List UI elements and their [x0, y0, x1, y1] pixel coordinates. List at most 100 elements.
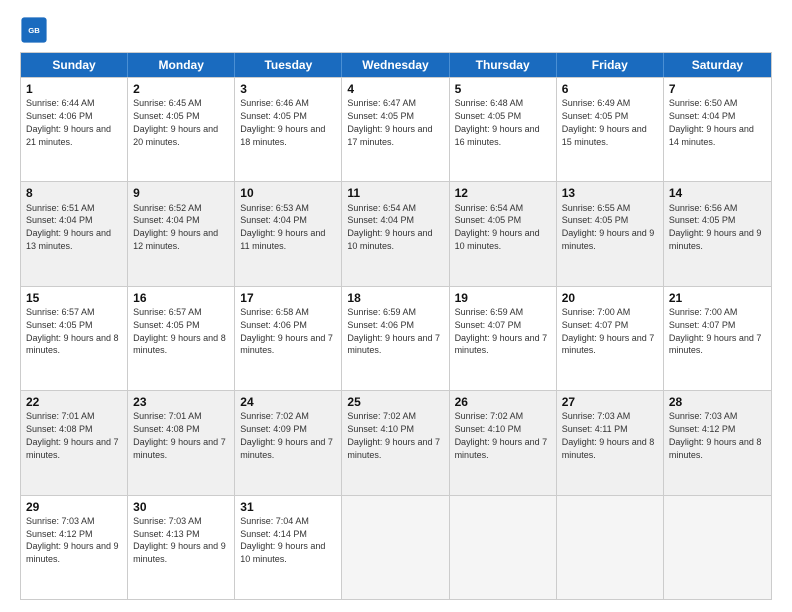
calendar-cell: 5Sunrise: 6:48 AMSunset: 4:05 PMDaylight…: [450, 78, 557, 181]
cell-info: Sunrise: 6:50 AMSunset: 4:04 PMDaylight:…: [669, 98, 754, 146]
logo-icon: GB: [20, 16, 48, 44]
day-number: 10: [240, 185, 336, 201]
calendar-cell: 6Sunrise: 6:49 AMSunset: 4:05 PMDaylight…: [557, 78, 664, 181]
page: GB SundayMondayTuesdayWednesdayThursdayF…: [0, 0, 792, 612]
calendar-cell: 27Sunrise: 7:03 AMSunset: 4:11 PMDayligh…: [557, 391, 664, 494]
calendar-cell: 17Sunrise: 6:58 AMSunset: 4:06 PMDayligh…: [235, 287, 342, 390]
calendar-cell: 7Sunrise: 6:50 AMSunset: 4:04 PMDaylight…: [664, 78, 771, 181]
day-number: 9: [133, 185, 229, 201]
calendar-cell: 22Sunrise: 7:01 AMSunset: 4:08 PMDayligh…: [21, 391, 128, 494]
day-number: 30: [133, 499, 229, 515]
cell-info: Sunrise: 7:04 AMSunset: 4:14 PMDaylight:…: [240, 516, 325, 564]
header-day-wednesday: Wednesday: [342, 53, 449, 77]
day-number: 20: [562, 290, 658, 306]
cell-info: Sunrise: 6:52 AMSunset: 4:04 PMDaylight:…: [133, 203, 218, 251]
header-day-thursday: Thursday: [450, 53, 557, 77]
calendar-cell: [450, 496, 557, 599]
calendar-cell: 20Sunrise: 7:00 AMSunset: 4:07 PMDayligh…: [557, 287, 664, 390]
cell-info: Sunrise: 6:58 AMSunset: 4:06 PMDaylight:…: [240, 307, 333, 355]
cell-info: Sunrise: 7:02 AMSunset: 4:09 PMDaylight:…: [240, 411, 333, 459]
day-number: 14: [669, 185, 766, 201]
calendar-cell: 21Sunrise: 7:00 AMSunset: 4:07 PMDayligh…: [664, 287, 771, 390]
calendar-cell: 1Sunrise: 6:44 AMSunset: 4:06 PMDaylight…: [21, 78, 128, 181]
cell-info: Sunrise: 7:00 AMSunset: 4:07 PMDaylight:…: [562, 307, 655, 355]
cell-info: Sunrise: 6:46 AMSunset: 4:05 PMDaylight:…: [240, 98, 325, 146]
header-day-saturday: Saturday: [664, 53, 771, 77]
calendar-cell: 12 Sunrise: 6:54 AMSunset: 4:05 PMDayligh…: [450, 182, 557, 285]
cell-info: Sunrise: 7:01 AMSunset: 4:08 PMDaylight:…: [133, 411, 226, 459]
cell-info: Sunrise: 6:54 AMSunset: 4:04 PMDaylight:…: [347, 203, 432, 251]
day-number: 7: [669, 81, 766, 97]
header-day-sunday: Sunday: [21, 53, 128, 77]
calendar-cell: 13Sunrise: 6:55 AMSunset: 4:05 PMDayligh…: [557, 182, 664, 285]
calendar-cell: 10 Sunrise: 6:53 AMSunset: 4:04 PMDayligh…: [235, 182, 342, 285]
cell-info: Sunrise: 6:48 AMSunset: 4:05 PMDaylight:…: [455, 98, 540, 146]
cell-info: Sunrise: 7:01 AMSunset: 4:08 PMDaylight:…: [26, 411, 119, 459]
day-number: 2: [133, 81, 229, 97]
day-number: 22: [26, 394, 122, 410]
calendar-cell: 26Sunrise: 7:02 AMSunset: 4:10 PMDayligh…: [450, 391, 557, 494]
calendar-cell: 24Sunrise: 7:02 AMSunset: 4:09 PMDayligh…: [235, 391, 342, 494]
day-number: 26: [455, 394, 551, 410]
cell-info: Sunrise: 7:03 AMSunset: 4:12 PMDaylight:…: [26, 516, 119, 564]
cell-info: Sunrise: 7:03 AMSunset: 4:12 PMDaylight:…: [669, 411, 762, 459]
cell-info: Sunrise: 6:47 AMSunset: 4:05 PMDaylight:…: [347, 98, 432, 146]
calendar-cell: 16Sunrise: 6:57 AMSunset: 4:05 PMDayligh…: [128, 287, 235, 390]
calendar-cell: 3Sunrise: 6:46 AMSunset: 4:05 PMDaylight…: [235, 78, 342, 181]
day-number: 29: [26, 499, 122, 515]
cell-info: Sunrise: 6:54 AMSunset: 4:05 PMDaylight:…: [455, 203, 540, 251]
logo: GB: [20, 16, 50, 44]
calendar-cell: 11 Sunrise: 6:54 AMSunset: 4:04 PMDayligh…: [342, 182, 449, 285]
day-number: 28: [669, 394, 766, 410]
day-number: 25: [347, 394, 443, 410]
cell-info: Sunrise: 6:57 AMSunset: 4:05 PMDaylight:…: [133, 307, 226, 355]
calendar-cell: 4Sunrise: 6:47 AMSunset: 4:05 PMDaylight…: [342, 78, 449, 181]
calendar-week-3: 15Sunrise: 6:57 AMSunset: 4:05 PMDayligh…: [21, 286, 771, 390]
cell-info: Sunrise: 7:02 AMSunset: 4:10 PMDaylight:…: [455, 411, 548, 459]
cell-info: Sunrise: 6:57 AMSunset: 4:05 PMDaylight:…: [26, 307, 119, 355]
calendar-cell: 14 Sunrise: 6:56 AMSunset: 4:05 PMDayligh…: [664, 182, 771, 285]
cell-info: Sunrise: 6:51 AMSunset: 4:04 PMDaylight:…: [26, 203, 111, 251]
day-number: 24: [240, 394, 336, 410]
calendar-week-5: 29Sunrise: 7:03 AMSunset: 4:12 PMDayligh…: [21, 495, 771, 599]
calendar-week-4: 22Sunrise: 7:01 AMSunset: 4:08 PMDayligh…: [21, 390, 771, 494]
header-day-tuesday: Tuesday: [235, 53, 342, 77]
calendar-cell: 18Sunrise: 6:59 AMSunset: 4:06 PMDayligh…: [342, 287, 449, 390]
cell-info: Sunrise: 7:02 AMSunset: 4:10 PMDaylight:…: [347, 411, 440, 459]
cell-info: Sunrise: 6:44 AMSunset: 4:06 PMDaylight:…: [26, 98, 111, 146]
calendar-cell: 15Sunrise: 6:57 AMSunset: 4:05 PMDayligh…: [21, 287, 128, 390]
day-number: 12: [455, 185, 551, 201]
header: GB: [20, 16, 772, 44]
calendar-cell: 19Sunrise: 6:59 AMSunset: 4:07 PMDayligh…: [450, 287, 557, 390]
calendar: SundayMondayTuesdayWednesdayThursdayFrid…: [20, 52, 772, 600]
day-number: 18: [347, 290, 443, 306]
day-number: 31: [240, 499, 336, 515]
day-number: 3: [240, 81, 336, 97]
calendar-header: SundayMondayTuesdayWednesdayThursdayFrid…: [21, 53, 771, 77]
day-number: 6: [562, 81, 658, 97]
calendar-week-1: 1Sunrise: 6:44 AMSunset: 4:06 PMDaylight…: [21, 77, 771, 181]
calendar-cell: 8 Sunrise: 6:51 AMSunset: 4:04 PMDaylight…: [21, 182, 128, 285]
day-number: 8: [26, 185, 122, 201]
cell-info: Sunrise: 6:56 AMSunset: 4:05 PMDaylight:…: [669, 203, 762, 251]
day-number: 11: [347, 185, 443, 201]
day-number: 19: [455, 290, 551, 306]
calendar-cell: 30Sunrise: 7:03 AMSunset: 4:13 PMDayligh…: [128, 496, 235, 599]
calendar-body: 1Sunrise: 6:44 AMSunset: 4:06 PMDaylight…: [21, 77, 771, 599]
calendar-cell: [557, 496, 664, 599]
calendar-cell: 9 Sunrise: 6:52 AMSunset: 4:04 PMDaylight…: [128, 182, 235, 285]
day-number: 1: [26, 81, 122, 97]
day-number: 13: [562, 185, 658, 201]
calendar-week-2: 8 Sunrise: 6:51 AMSunset: 4:04 PMDaylight…: [21, 181, 771, 285]
day-number: 17: [240, 290, 336, 306]
cell-info: Sunrise: 6:59 AMSunset: 4:07 PMDaylight:…: [455, 307, 548, 355]
day-number: 5: [455, 81, 551, 97]
calendar-cell: 28Sunrise: 7:03 AMSunset: 4:12 PMDayligh…: [664, 391, 771, 494]
cell-info: Sunrise: 6:53 AMSunset: 4:04 PMDaylight:…: [240, 203, 325, 251]
header-day-friday: Friday: [557, 53, 664, 77]
calendar-cell: [664, 496, 771, 599]
cell-info: Sunrise: 6:49 AMSunset: 4:05 PMDaylight:…: [562, 98, 647, 146]
cell-info: Sunrise: 6:59 AMSunset: 4:06 PMDaylight:…: [347, 307, 440, 355]
header-day-monday: Monday: [128, 53, 235, 77]
calendar-cell: 31Sunrise: 7:04 AMSunset: 4:14 PMDayligh…: [235, 496, 342, 599]
